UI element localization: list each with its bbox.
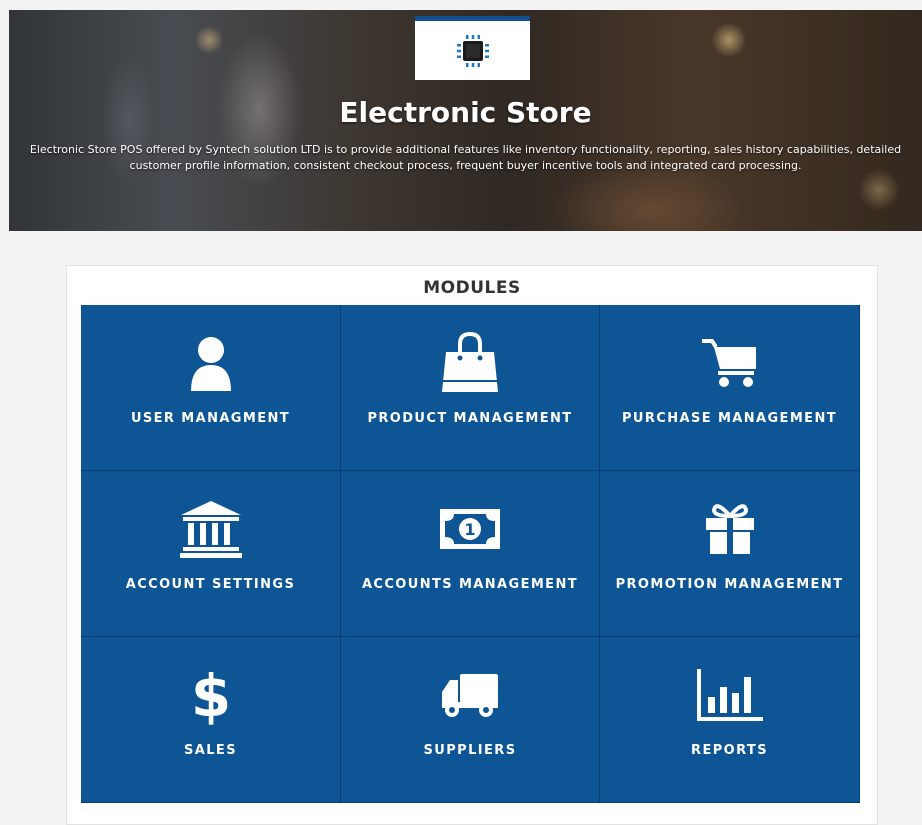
module-product-management[interactable]: PRODUCT MANAGEMENT [341,305,600,471]
module-label: ACCOUNTS MANAGEMENT [361,577,579,592]
store-description: Electronic Store POS offered by Syntech … [29,143,902,172]
chip-icon [456,34,489,67]
module-label: REPORTS [691,743,768,758]
module-label: USER MANAGMENT [130,411,291,426]
module-user-management[interactable]: USER MANAGMENT [81,305,341,471]
module-label: PROMOTION MANAGEMENT [615,577,844,592]
module-sales[interactable]: $ SALES [81,637,341,803]
module-reports[interactable]: REPORTS [600,637,860,803]
module-label: ACCOUNT SETTINGS [125,577,296,592]
user-icon [190,337,231,391]
module-suppliers[interactable]: SUPPLIERS [341,637,600,803]
module-accounts-management[interactable]: 1 ACCOUNTS MANAGEMENT [341,471,600,637]
modules-heading: MODULES [423,278,521,298]
truck-icon [442,674,498,717]
module-label: SUPPLIERS [423,743,517,758]
bar-chart-icon [696,669,763,721]
gift-icon [705,504,754,554]
store-logo[interactable] [415,16,530,80]
cart-icon [701,339,756,387]
module-label: PURCHASE MANAGEMENT [622,411,837,426]
bank-icon [179,501,242,558]
module-purchase-management[interactable]: PURCHASE MANAGEMENT [600,305,860,471]
module-account-settings[interactable]: ACCOUNT SETTINGS [81,471,341,637]
shopping-bag-icon [442,332,498,392]
module-promotion-management[interactable]: PROMOTION MANAGEMENT [600,471,860,637]
dollar-icon: $ [191,664,231,726]
module-label: PRODUCT MANAGEMENT [367,411,573,426]
modules-grid: USER MANAGMENT PRODUCT MANAGEMENT PURCHA… [81,305,860,803]
module-label: SALES [184,743,237,758]
hero-banner: Electronic Store Electronic Store POS of… [9,10,922,231]
svg-text:1: 1 [464,520,475,539]
svg-text:$: $ [191,664,231,726]
money-icon: 1 [440,509,500,549]
store-title: Electronic Store [339,96,592,129]
